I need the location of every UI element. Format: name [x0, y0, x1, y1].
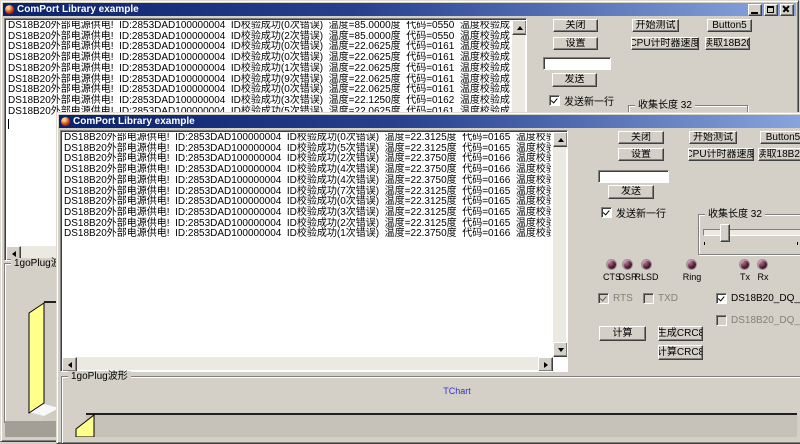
send-input[interactable]	[598, 170, 669, 183]
arrow-up-icon	[558, 138, 564, 142]
calc-crc8-button[interactable]: 计算CRC8	[658, 345, 703, 360]
scroll-up-button[interactable]	[512, 20, 527, 35]
read-18b20-button[interactable]: 读取18B20	[705, 37, 750, 50]
inner-log-listbox[interactable]: DS18B20外部电源供电! ID:2853DAD100000004 ID校验成…	[60, 130, 568, 372]
scroll-left-button[interactable]	[62, 357, 77, 372]
maximize-button[interactable]	[764, 4, 778, 16]
dsr-led	[623, 260, 632, 269]
chart-wall	[86, 415, 797, 437]
ring-led	[687, 260, 696, 269]
calc-button[interactable]: 计算	[599, 326, 646, 341]
button5[interactable]: Button5	[760, 131, 800, 144]
collect-length-label: 收集长度 32	[705, 209, 765, 220]
dq-dtr-checkbox[interactable]: DS18B20_DQ_DTR	[716, 293, 800, 304]
checkbox-unchecked-icon	[716, 315, 727, 326]
arrow-left-icon	[68, 362, 72, 368]
checkbox-checked-icon	[716, 293, 727, 304]
start-test-button[interactable]: 开始测试	[689, 131, 737, 144]
app-icon	[5, 5, 14, 14]
tx-led	[740, 260, 749, 269]
log-line: DS18B20外部电源供电! ID:2853DAD100000004 ID校验成…	[64, 229, 551, 240]
close-button[interactable]: 关闭	[553, 19, 598, 32]
scroll-up-button[interactable]	[553, 132, 568, 147]
desktop: { "outer_window": { "title": "ComPort Li…	[0, 0, 800, 436]
start-test-button[interactable]: 开始测试	[632, 19, 679, 32]
collect-length-label: 收集长度 32	[635, 100, 695, 111]
minimize-button[interactable]	[748, 4, 762, 16]
send-newline-checkbox[interactable]: 发送新一行	[601, 205, 666, 220]
log-line: DS18B20外部电源供电! ID:2853DAD100000004 ID校验成…	[8, 64, 510, 75]
rts-label: RTS	[613, 293, 633, 304]
arrow-left-icon	[12, 251, 16, 257]
outer-titlebar[interactable]: ComPort Library example	[3, 3, 796, 16]
rlsd-led	[642, 260, 651, 269]
minimize-icon	[751, 12, 758, 14]
inner-window-title: ComPort Library example	[73, 115, 195, 128]
bar-series-yellow	[76, 415, 94, 437]
inner-log-lines: DS18B20外部电源供电! ID:2853DAD100000004 ID校验成…	[64, 133, 551, 355]
dq-cts-checkbox[interactable]: DS18B20_DQ_CTS	[716, 315, 800, 326]
text-caret	[8, 119, 9, 129]
collect-length-group: 收集长度 32	[698, 214, 800, 255]
rx-led	[758, 260, 767, 269]
settings-button[interactable]: 设置	[553, 37, 598, 50]
send-newline-checkbox[interactable]: 发送新一行	[549, 93, 614, 108]
send-newline-label: 发送新一行	[616, 205, 666, 220]
rlsd-label: RLSD	[633, 272, 660, 282]
window-controls	[748, 4, 796, 16]
inner-waveform-chart	[63, 403, 797, 437]
send-button[interactable]: 发送	[552, 73, 597, 87]
collect-length-slider-thumb[interactable]	[720, 224, 730, 242]
log-line: DS18B20外部电源供电! ID:2853DAD100000004 ID校验成…	[64, 176, 551, 187]
close-button-window[interactable]	[780, 4, 794, 16]
txd-label: TXD	[658, 293, 678, 304]
button5[interactable]: Button5	[707, 19, 752, 32]
app-icon	[61, 117, 70, 126]
ring-label: Ring	[678, 272, 706, 282]
close-button[interactable]: 关闭	[618, 131, 664, 144]
checkbox-checked-icon	[549, 95, 560, 106]
inner-waveform-label: 1goPlug波形	[68, 371, 131, 382]
rx-label: Rx	[752, 272, 774, 282]
inner-window: ComPort Library example DS18B20外部电源供电! I…	[56, 112, 800, 444]
collect-length-slider-track[interactable]	[703, 229, 800, 236]
checkbox-checked-icon	[601, 207, 612, 218]
send-newline-label: 发送新一行	[564, 93, 614, 108]
send-button[interactable]: 发送	[608, 185, 654, 199]
dq-dtr-label: DS18B20_DQ_DTR	[731, 293, 800, 304]
cpu-timer-button[interactable]: CPU计时器速度	[688, 148, 754, 161]
cts-led	[607, 260, 616, 269]
scroll-right-button[interactable]	[538, 357, 553, 372]
read-18b20-button[interactable]: 读取18B20	[758, 148, 800, 161]
maximize-icon	[767, 6, 774, 13]
send-input[interactable]	[543, 57, 611, 70]
checkbox-unchecked-icon	[643, 293, 654, 304]
gen-crc8-button[interactable]: 生成CRC8	[658, 326, 703, 341]
txd-checkbox[interactable]: TXD	[643, 293, 678, 304]
slider-tick	[797, 242, 798, 245]
arrow-down-icon	[558, 348, 564, 352]
tchart-title: TChart	[187, 386, 727, 396]
dq-cts-label: DS18B20_DQ_CTS	[731, 315, 800, 326]
arrow-up-icon	[517, 26, 523, 30]
outer-window-title: ComPort Library example	[17, 3, 139, 16]
slider-tick	[704, 242, 705, 245]
scroll-down-button[interactable]	[553, 342, 568, 357]
settings-button[interactable]: 设置	[618, 148, 664, 161]
inner-vertical-scrollbar[interactable]	[553, 132, 566, 357]
rts-checkbox[interactable]: RTS	[598, 293, 633, 304]
bar-series-yellow	[29, 303, 44, 413]
checkbox-checked-icon	[598, 293, 609, 304]
inner-titlebar[interactable]: ComPort Library example	[59, 115, 800, 128]
close-icon	[781, 5, 793, 15]
arrow-right-icon	[544, 362, 548, 368]
cpu-timer-button[interactable]: CPU计时器速度	[631, 37, 699, 50]
inner-horizontal-scrollbar[interactable]	[62, 357, 553, 370]
